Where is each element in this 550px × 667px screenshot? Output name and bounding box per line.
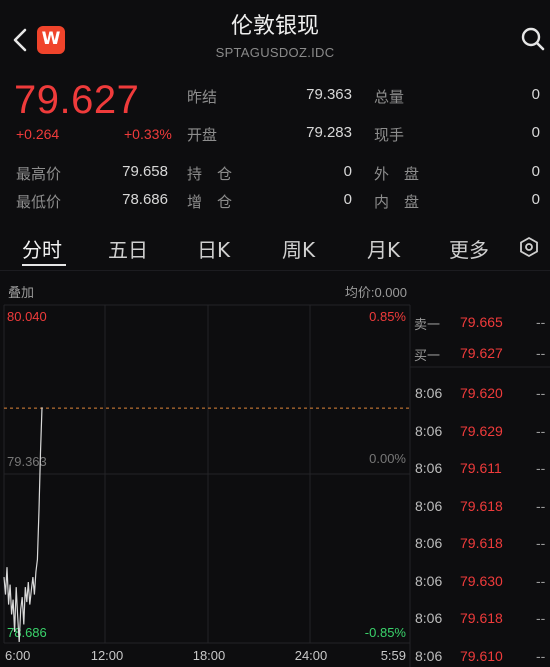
trade-price: 79.618 [460,610,503,626]
low-value: 78.686 [122,191,168,208]
current-lot-label: 现手 [374,126,405,144]
bid-volume: -- [536,345,546,361]
trade-time: 8:06 [415,610,443,626]
price-change: +0.264 [16,126,60,142]
current-lot-value: 0 [531,124,540,141]
x-tick-label: 5:59 [381,648,406,663]
ask-label: 卖一 [414,318,441,333]
price-series-line [3,407,43,643]
trade-volume: -- [536,647,546,664]
trade-time: 8:06 [415,572,443,589]
outer-volume-label: 外 盘 [374,165,420,183]
open-label: 开盘 [187,126,218,144]
bid-label: 买一 [414,349,441,364]
tab-intraday[interactable]: 分时 [22,234,62,263]
trade-time: 8:06 [415,535,443,551]
active-tab-indicator [22,264,66,266]
tab-daily-k[interactable]: 日K [197,234,230,263]
trade-time: 8:06 [415,460,443,476]
tab-more[interactable]: 更多 [449,234,489,263]
settings-hex-icon[interactable] [518,236,540,258]
trade-price: 79.618 [460,535,503,551]
tab-weekly-k[interactable]: 周K [282,234,315,263]
oi-change-value: 0 [343,191,352,208]
page-title: 伦敦银现 [230,14,319,39]
trade-price: 79.620 [460,385,503,401]
open-value: 79.283 [306,124,352,141]
x-tick-label: 6:00 [5,648,30,663]
pct-bottom-label: -0.85% [365,625,407,640]
prev-settle-label: 昨结 [187,88,218,106]
x-tick-label: 24:00 [295,648,328,663]
high-label: 最高价 [16,165,62,183]
y-bottom-label: 78.686 [7,625,47,640]
total-volume-value: 0 [531,86,540,103]
avg-price-label: 均价:0.000 [345,285,407,300]
inner-volume-value: 0 [531,191,540,208]
tab-monthly-k[interactable]: 月K [367,234,400,263]
x-tick-label: 12:00 [91,648,124,663]
overlay-label[interactable]: 叠加 [8,285,34,300]
trade-time: 8:06 [415,497,443,514]
trade-volume: -- [536,460,546,476]
trade-volume: -- [536,497,546,514]
pct-top-label: 0.85% [369,309,406,324]
y-top-label: 80.040 [7,309,47,324]
trade-price: 79.610 [460,647,503,664]
prev-settle-value: 79.363 [306,86,352,103]
trade-volume: -- [536,572,546,589]
bid-price: 79.627 [460,345,503,361]
ask-volume: -- [536,314,546,330]
trade-price: 79.618 [460,497,503,514]
low-label: 最低价 [16,193,62,211]
trade-time: 8:06 [415,647,443,664]
price-change-percent: +0.33% [124,126,172,142]
high-value: 79.658 [122,163,168,180]
trade-volume: -- [536,535,546,551]
outer-volume-value: 0 [531,163,540,180]
open-interest-value: 0 [343,163,352,180]
pct-mid-label: 0.00% [369,451,406,466]
ask-price: 79.665 [460,314,503,330]
trade-price: 79.611 [460,460,502,476]
trade-volume: -- [536,385,546,401]
trade-time: 8:06 [415,422,443,439]
trade-price: 79.630 [460,572,503,589]
tab-five-day[interactable]: 五日 [108,234,148,263]
last-price: 79.627 [14,78,140,122]
search-icon[interactable] [520,26,546,52]
symbol-code: SPTAGUSDOZ.IDC [215,45,335,60]
oi-change-label: 增 仓 [187,193,233,211]
trade-time: 8:06 [415,385,443,401]
x-tick-label: 18:00 [193,648,226,663]
total-volume-label: 总量 [374,88,405,106]
trade-price: 79.629 [460,422,503,439]
inner-volume-label: 内 盘 [374,193,420,211]
trade-volume: -- [536,422,546,439]
divider [0,270,550,271]
trade-volume: -- [536,610,546,626]
open-interest-label: 持 仓 [187,165,233,183]
